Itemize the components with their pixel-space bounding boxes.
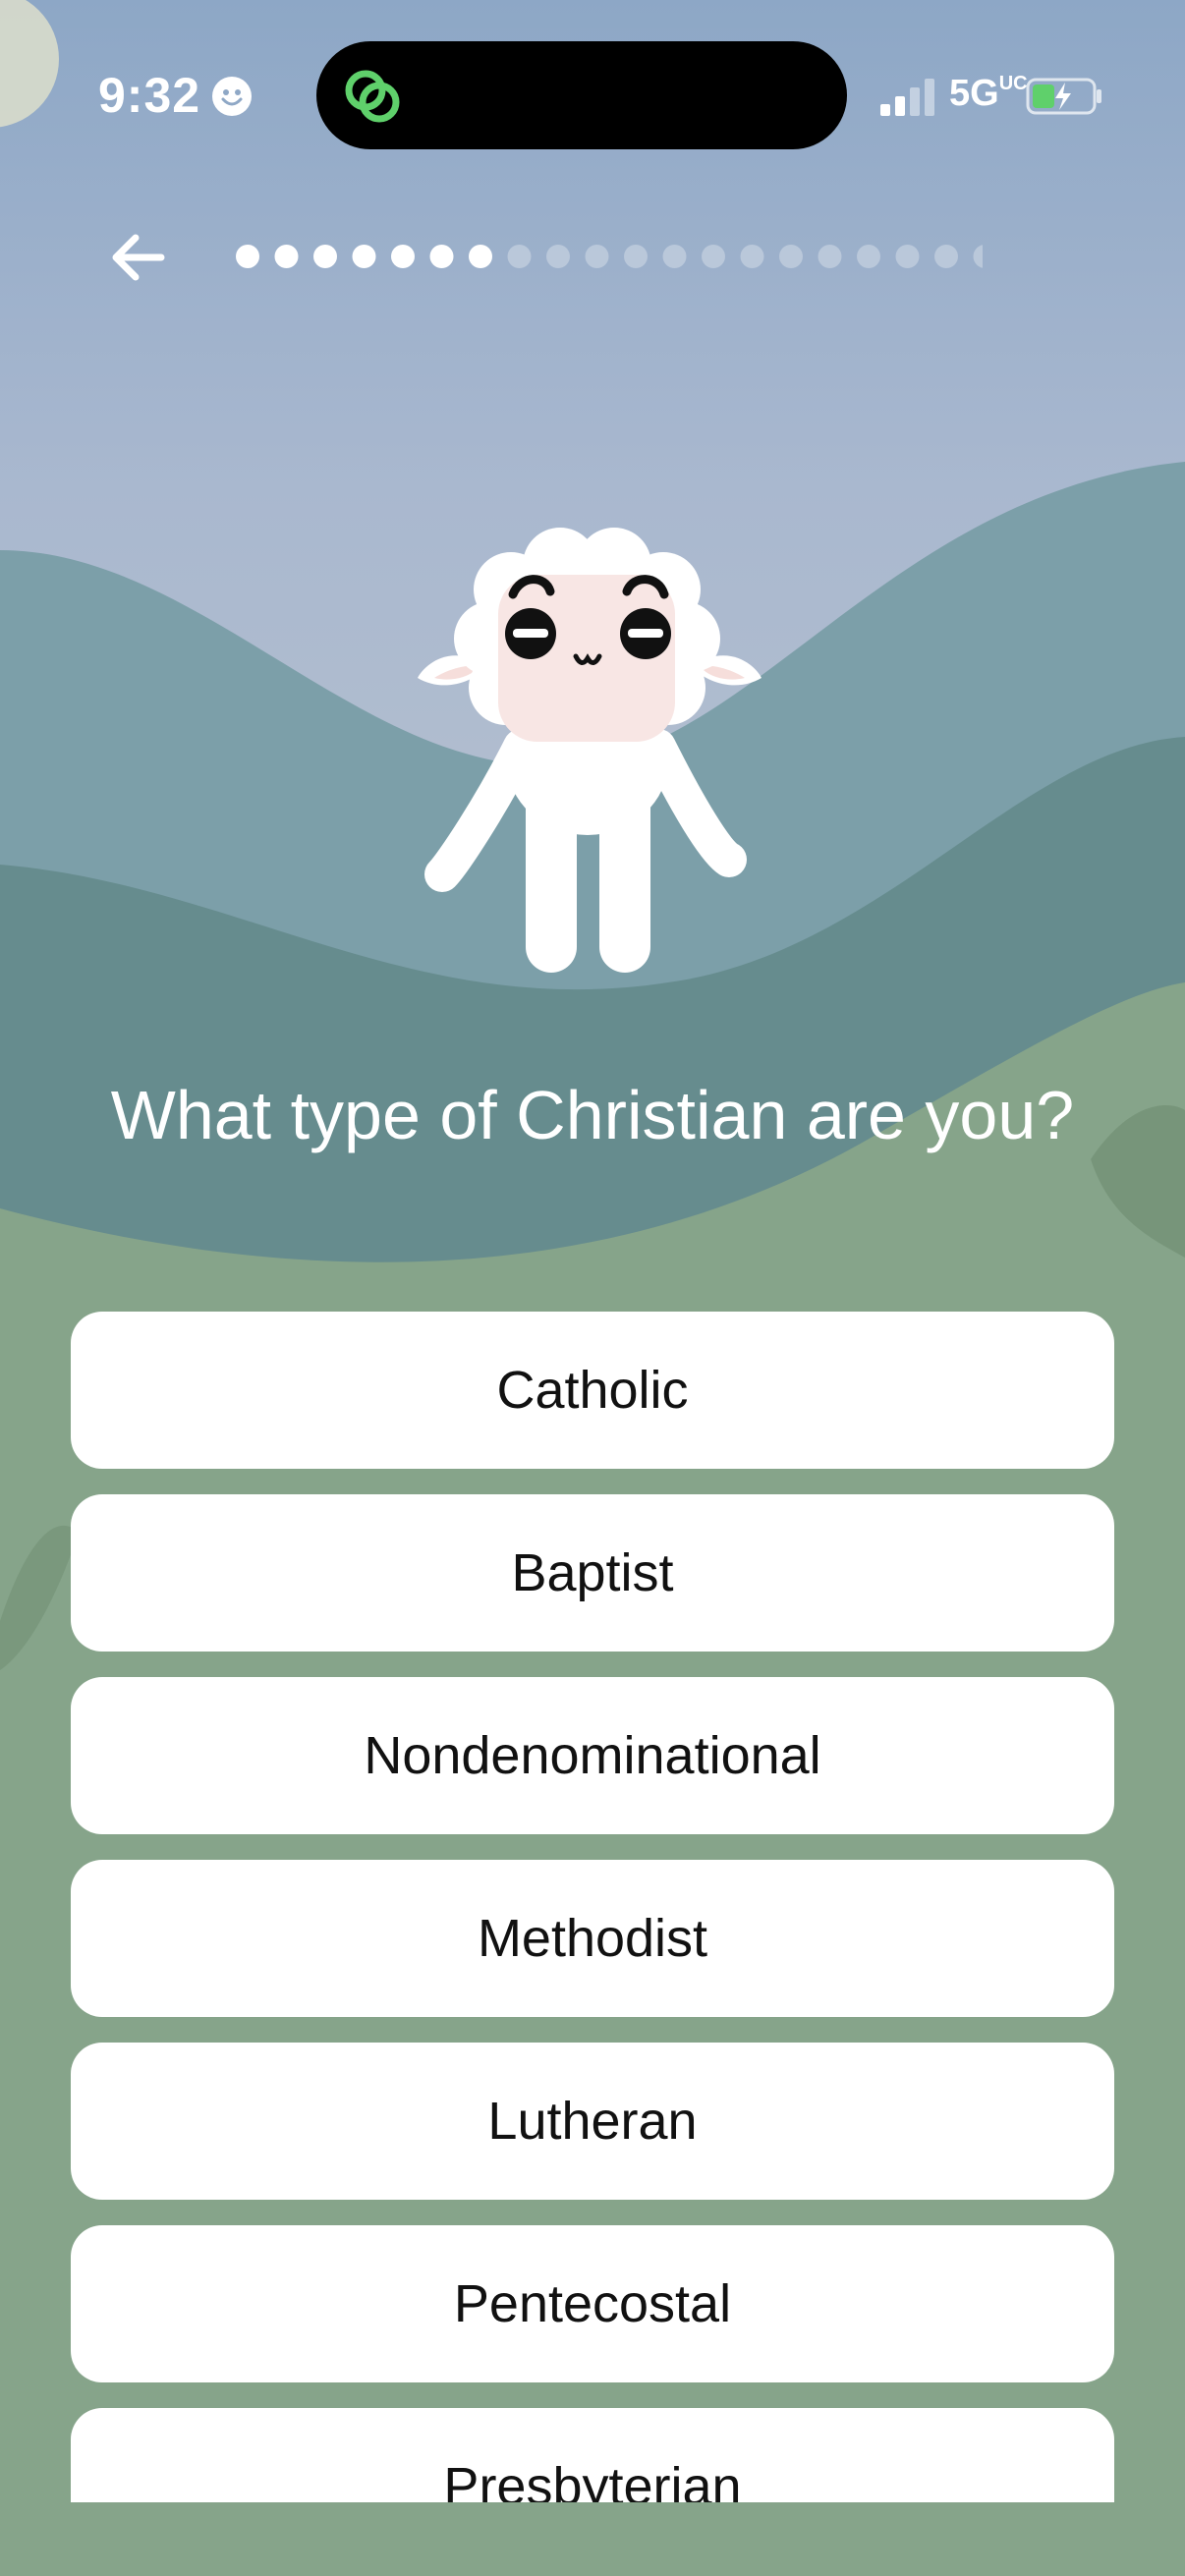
link-icon [345, 70, 400, 123]
progress-dot-complete [274, 245, 299, 268]
progress-dot-pending [779, 245, 803, 268]
progress-dot-pending [507, 245, 532, 268]
denomination-options[interactable]: Catholic Baptist Nondenominational Metho… [71, 1312, 1114, 2502]
network-label: 5GUC [949, 73, 1028, 115]
option-catholic[interactable]: Catholic [71, 1312, 1114, 1469]
progress-dot-pending [740, 245, 764, 268]
progress-dot-pending [662, 245, 687, 268]
lamb-mascot-illustration [418, 528, 762, 973]
battery-charging-icon [1026, 78, 1101, 115]
option-presbyterian[interactable]: Presbyterian [71, 2408, 1114, 2502]
option-pentecostal[interactable]: Pentecostal [71, 2225, 1114, 2382]
option-lutheran[interactable]: Lutheran [71, 2043, 1114, 2200]
progress-dot-pending [818, 245, 842, 268]
progress-dot-pending [624, 245, 648, 268]
progress-dot-complete [236, 245, 259, 268]
progress-dot-pending [857, 245, 880, 268]
network-suffix: UC [998, 73, 1028, 94]
signal-icon [880, 79, 934, 116]
progress-dot-complete [391, 245, 415, 268]
progress-dot-pending [973, 245, 983, 268]
option-methodist[interactable]: Methodist [71, 1860, 1114, 2017]
progress-dot-complete [469, 245, 492, 268]
smiley-icon [212, 77, 252, 116]
network-type: 5G [949, 73, 999, 114]
dynamic-island [316, 41, 847, 149]
status-time: 9:32 [98, 68, 201, 123]
status-bar: 9:32 5GUC [0, 0, 1185, 196]
progress-dot-pending [895, 245, 920, 268]
progress-dot-complete [429, 245, 454, 268]
progress-dot-pending [934, 245, 958, 268]
progress-dot-pending [702, 245, 725, 268]
progress-dots [236, 245, 983, 268]
progress-dot-complete [313, 245, 337, 268]
question-title: What type of Christian are you? [110, 1077, 1075, 1153]
back-arrow-icon[interactable] [102, 228, 181, 287]
progress-dot-pending [585, 245, 609, 268]
option-nondenominational[interactable]: Nondenominational [71, 1677, 1114, 1834]
progress-dot-pending [546, 245, 570, 268]
onboarding-nav [0, 216, 1185, 295]
option-baptist[interactable]: Baptist [71, 1494, 1114, 1652]
progress-dot-complete [352, 245, 376, 268]
